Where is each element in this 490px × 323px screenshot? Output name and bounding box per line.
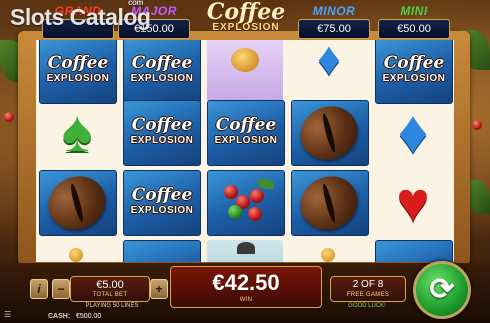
wrapped-candy-icon <box>231 48 259 72</box>
coffee-bean-symbol <box>39 170 117 236</box>
coffee-explosion-symbol: Coffee EXPLOSION <box>207 100 285 166</box>
symbol-text: Coffee <box>131 185 193 205</box>
cash-label: CASH: <box>48 313 71 320</box>
win-value: €42.50 <box>212 270 280 295</box>
kettle-icon <box>237 242 255 254</box>
heart-icon: ♥ <box>396 170 430 233</box>
symbol-text: Coffee <box>131 53 193 73</box>
jackpot-minor: MINOR €75.00 <box>298 4 370 39</box>
partial-symbol <box>39 238 115 262</box>
watermark-text: Slots Catalog <box>10 4 151 30</box>
watermark: Slots Catalog com <box>10 0 151 31</box>
diamond-icon: ♦ <box>397 100 429 164</box>
coffee-bean-symbol <box>291 170 369 236</box>
bet-value: €5.00 <box>96 279 124 291</box>
symbol-text: EXPLOSION <box>382 73 446 84</box>
info-button[interactable]: i <box>30 279 48 299</box>
menu-icon[interactable]: ☰ <box>4 310 11 319</box>
coffee-bean-icon <box>292 171 367 235</box>
coin-icon <box>321 248 335 262</box>
good-luck-text: GOOD LUCK! <box>348 303 386 309</box>
partial-symbol <box>291 238 367 262</box>
symbol-text: EXPLOSION <box>130 73 194 84</box>
watermark-suffix: com <box>128 0 143 7</box>
symbol-text: Coffee <box>215 115 277 135</box>
jackpot-mini: MINI €50.00 <box>378 4 450 39</box>
partial-symbol <box>375 240 453 262</box>
spade-symbol: ♠ <box>39 100 115 164</box>
symbol-text: EXPLOSION <box>130 135 194 146</box>
spin-button[interactable]: ⟳ <box>413 261 471 319</box>
coffee-explosion-symbol: Coffee EXPLOSION <box>39 40 117 104</box>
bet-caption: TOTAL BET <box>92 292 128 298</box>
candy-symbol <box>207 40 283 102</box>
symbol-text: EXPLOSION <box>214 135 278 146</box>
win-caption: WIN <box>239 297 253 303</box>
coin-icon <box>69 248 83 262</box>
reels-area: Coffee EXPLOSION ♠ Coffee EXPLOSION Coff… <box>36 40 454 262</box>
symbol-text: EXPLOSION <box>130 205 194 216</box>
symbol-text: EXPLOSION <box>46 73 110 84</box>
coffee-explosion-symbol: Coffee EXPLOSION <box>123 170 201 236</box>
partial-symbol <box>207 240 283 262</box>
heart-symbol: ♥ <box>375 170 451 234</box>
jackpot-label: MINOR <box>312 4 356 18</box>
coffee-explosion-symbol: Coffee EXPLOSION <box>123 40 201 104</box>
symbol-text: Coffee <box>47 53 109 73</box>
bet-decrease-button[interactable]: − <box>52 279 70 299</box>
cherries-symbol <box>207 170 285 236</box>
bet-increase-button[interactable]: + <box>150 279 168 299</box>
jackpot-value: €50.00 <box>378 19 450 39</box>
coffee-bean-symbol <box>291 100 369 166</box>
coffee-explosion-symbol: Coffee EXPLOSION <box>123 100 201 166</box>
win-display: €42.50 WIN <box>170 266 322 308</box>
coffee-bean-icon <box>292 101 367 165</box>
free-games-caption: FREE GAMES <box>346 292 390 298</box>
diamond-symbol: ♦ <box>375 100 451 164</box>
spin-icon: ⟳ <box>429 273 455 306</box>
diamond-icon: ♦ <box>317 40 341 84</box>
free-games-display: 2 OF 8 FREE GAMES <box>330 276 406 302</box>
coffee-bean-icon <box>40 171 115 235</box>
partial-symbol <box>123 240 201 262</box>
symbol-text: Coffee <box>131 115 193 135</box>
logo-line1: Coffee <box>206 0 286 25</box>
lines-text: PLAYING 50 LINES <box>85 303 139 309</box>
coffee-explosion-symbol: Coffee EXPLOSION <box>375 40 453 104</box>
cash-value: €500.00 <box>76 313 102 320</box>
diamond-symbol: ♦ <box>291 40 367 102</box>
game-logo: Coffee EXPLOSION <box>198 0 294 42</box>
coffee-cherry-decor <box>4 112 14 122</box>
symbol-text: Coffee <box>383 53 445 73</box>
spade-icon: ♠ <box>61 100 93 164</box>
jackpot-value: €75.00 <box>298 19 370 39</box>
jackpot-label: MINI <box>400 4 428 18</box>
coffee-cherry-decor <box>472 120 482 130</box>
logo-line2: EXPLOSION <box>212 22 280 33</box>
total-bet-display: €5.00 TOTAL BET <box>70 276 150 302</box>
free-games-value: 2 OF 8 <box>352 279 384 290</box>
